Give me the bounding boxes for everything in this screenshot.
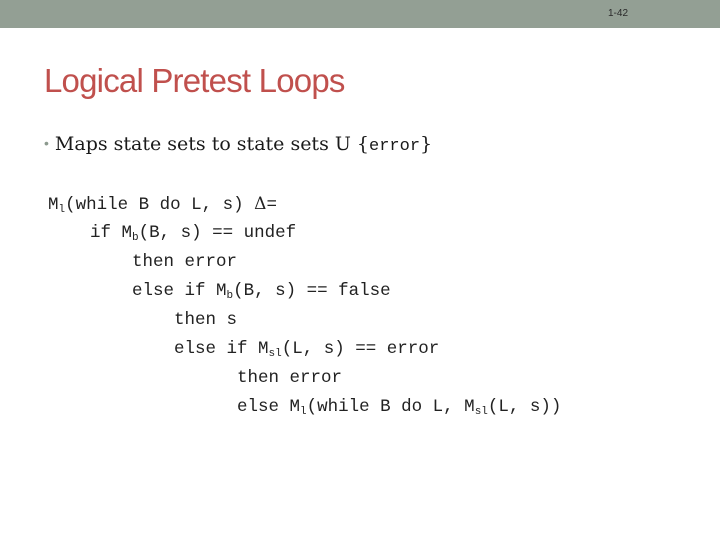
code-text: if M — [90, 223, 133, 243]
code-line: then s — [48, 308, 561, 337]
code-text: then s — [174, 310, 238, 330]
code-text: (L, s) == error — [281, 339, 440, 359]
code-text: M — [48, 195, 59, 215]
code-line: if Mb(B, s) == undef — [48, 221, 561, 250]
subscript: sl — [474, 406, 488, 418]
code-text: else M — [237, 397, 301, 417]
bullet-icon: • — [44, 135, 49, 151]
code-text: (while B do L, s) — [65, 195, 255, 215]
slide-title: Logical Pretest Loops — [44, 62, 345, 99]
bullet-item: • Maps state sets to state sets U {error} — [44, 133, 432, 156]
brace-open: { — [356, 133, 370, 155]
code-text: then error — [132, 252, 238, 272]
code-block: Ml(while B do L, s) Δ= if Mb(B, s) == un… — [48, 192, 561, 424]
code-text: then error — [237, 368, 343, 388]
code-text: else if M — [132, 281, 227, 301]
code-line: then error — [48, 250, 561, 279]
subscript: sl — [268, 348, 282, 360]
error-keyword: error — [369, 137, 421, 156]
code-text: (B, s) == undef — [138, 223, 297, 243]
code-text: (L, s)) — [487, 397, 562, 417]
code-line: else if Msl(L, s) == error — [48, 337, 561, 366]
code-line: else Ml(while B do L, Msl(L, s)) — [48, 395, 561, 424]
brace-close: } — [420, 133, 433, 155]
subscript: l — [300, 406, 307, 418]
delta-symbol: Δ — [254, 194, 267, 214]
slide-number: 1-42 — [607, 8, 628, 19]
bullet-text: Maps state sets to state sets U — [54, 133, 357, 155]
code-text: (B, s) == false — [233, 281, 391, 301]
code-line: then error — [48, 366, 561, 395]
code-line: Ml(while B do L, s) Δ= — [48, 192, 561, 221]
subscript: b — [132, 232, 139, 244]
code-text: = — [266, 195, 277, 215]
header-bar: 1-42 — [0, 0, 720, 28]
code-text: else if M — [174, 339, 269, 359]
code-line: else if Mb(B, s) == false — [48, 279, 561, 308]
code-text: (while B do L, M — [306, 397, 475, 417]
